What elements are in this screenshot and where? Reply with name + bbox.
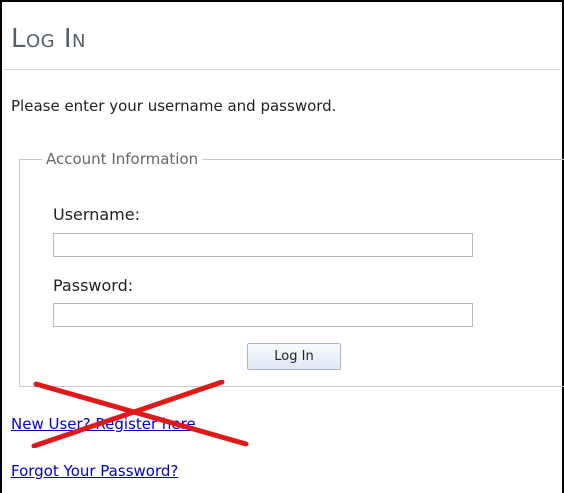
username-input[interactable] [53,233,473,257]
title-divider [4,69,560,70]
log-in-button[interactable]: Log In [247,343,341,370]
forgot-password-link[interactable]: Forgot Your Password? [11,461,178,481]
password-input[interactable] [53,303,473,327]
password-label: Password: [53,276,134,295]
page-title: Log In [11,24,86,54]
red-cross-mark [31,380,249,448]
account-information-fieldset: Account Information Username: Password: … [19,149,564,387]
username-label: Username: [53,205,140,224]
account-information-legend: Account Information [42,149,203,169]
login-page: Log In Please enter your username and pa… [0,0,564,493]
login-instructions: Please enter your username and password. [11,97,337,115]
